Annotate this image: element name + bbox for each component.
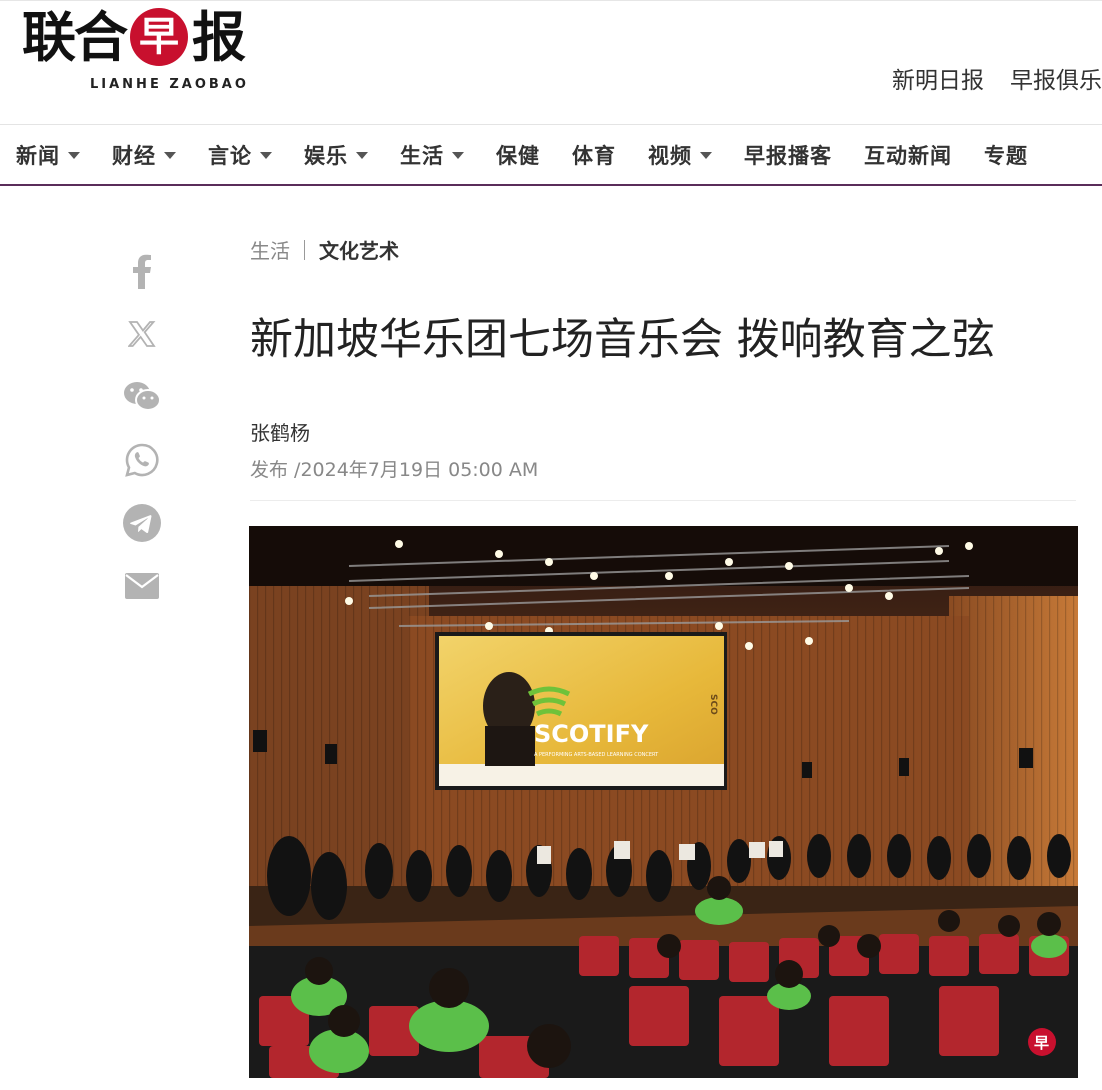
- article-headline: 新加坡华乐团七场音乐会 拨响教育之弦: [250, 315, 995, 365]
- nav-item-label: 体育: [572, 144, 616, 168]
- breadcrumb-section[interactable]: 生活: [250, 235, 290, 264]
- x-icon: [127, 320, 156, 352]
- nav-item-7[interactable]: 视频: [648, 140, 712, 170]
- screen-title: SCOTIFY: [534, 720, 649, 748]
- caret-down-icon: [452, 151, 464, 159]
- caret-down-icon: [356, 151, 368, 159]
- caret-down-icon: [260, 151, 272, 159]
- main-nav: 新闻 财经 言论 娱乐 生活 保健 体育 视频 早报播客 互动新闻 专题: [0, 124, 1102, 186]
- site-header: 联 合 早 报 LIANHE ZAOBAO 新明日报 早报俱乐: [0, 0, 1102, 124]
- logo-zao-circle: 早: [130, 8, 188, 66]
- nav-item-label: 保健: [496, 144, 540, 168]
- whatsapp-share-button[interactable]: [122, 442, 162, 482]
- nav-item-label: 娱乐: [304, 144, 348, 168]
- nav-item-6[interactable]: 体育: [572, 140, 616, 170]
- nav-item-2[interactable]: 言论: [208, 140, 272, 170]
- share-bar: [122, 253, 162, 631]
- logo-char-4: 报: [192, 5, 246, 69]
- logo-char-2: 合: [74, 5, 128, 69]
- facebook-icon: [131, 253, 153, 293]
- telegram-share-button[interactable]: [122, 503, 162, 547]
- breadcrumb-divider: [304, 239, 305, 260]
- nav-item-3[interactable]: 娱乐: [304, 140, 368, 170]
- facebook-share-button[interactable]: [122, 253, 162, 293]
- nav-item-label: 生活: [400, 144, 444, 168]
- breadcrumb-subsection[interactable]: 文化艺术: [319, 235, 399, 264]
- whatsapp-icon: [124, 442, 160, 482]
- top-links: 新明日报 早报俱乐: [892, 61, 1102, 95]
- nav-item-0[interactable]: 新闻: [16, 140, 80, 170]
- wechat-share-button[interactable]: [122, 379, 162, 419]
- telegram-icon: [122, 503, 162, 547]
- nav-item-label: 专题: [984, 144, 1028, 168]
- header-divider: [250, 500, 1076, 501]
- article-publish-date: 发布 /2024年7月19日 05:00 AM: [250, 459, 539, 481]
- caret-down-icon: [68, 151, 80, 159]
- article-photo[interactable]: SCOTIFY A PERFORMING ARTS-BASED LEARNING…: [249, 526, 1078, 1078]
- nav-item-4[interactable]: 生活: [400, 140, 464, 170]
- top-link-club[interactable]: 早报俱乐: [1010, 61, 1102, 95]
- logo-char-1: 联: [22, 5, 76, 69]
- nav-item-label: 财经: [112, 144, 156, 168]
- screen-side-text: SCO: [708, 694, 718, 715]
- article-author[interactable]: 张鹤杨: [250, 417, 310, 446]
- logo-subtitle: LIANHE ZAOBAO: [90, 77, 249, 92]
- caret-down-icon: [164, 151, 176, 159]
- site-logo[interactable]: 联 合 早 报 LIANHE ZAOBAO: [22, 5, 312, 95]
- nav-item-9[interactable]: 互动新闻: [864, 140, 952, 170]
- caret-down-icon: [700, 151, 712, 159]
- nav-item-5[interactable]: 保健: [496, 140, 540, 170]
- nav-item-8[interactable]: 早报播客: [744, 140, 832, 170]
- screen-subtitle: A PERFORMING ARTS-BASED LEARNING CONCERT: [534, 752, 659, 758]
- nav-item-10[interactable]: 专题: [984, 140, 1028, 170]
- nav-item-label: 互动新闻: [864, 144, 952, 168]
- breadcrumb: 生活 文化艺术: [250, 235, 399, 264]
- email-icon: [125, 573, 159, 603]
- nav-item-label: 言论: [208, 144, 252, 168]
- wechat-icon: [123, 381, 161, 417]
- top-link-xinming[interactable]: 新明日报: [892, 61, 984, 95]
- email-share-button[interactable]: [122, 568, 162, 608]
- x-share-button[interactable]: [122, 316, 162, 356]
- nav-item-1[interactable]: 财经: [112, 140, 176, 170]
- nav-item-label: 早报播客: [744, 144, 832, 168]
- nav-item-label: 视频: [648, 144, 692, 168]
- nav-item-label: 新闻: [16, 144, 60, 168]
- photo-watermark: 早: [1034, 1034, 1049, 1052]
